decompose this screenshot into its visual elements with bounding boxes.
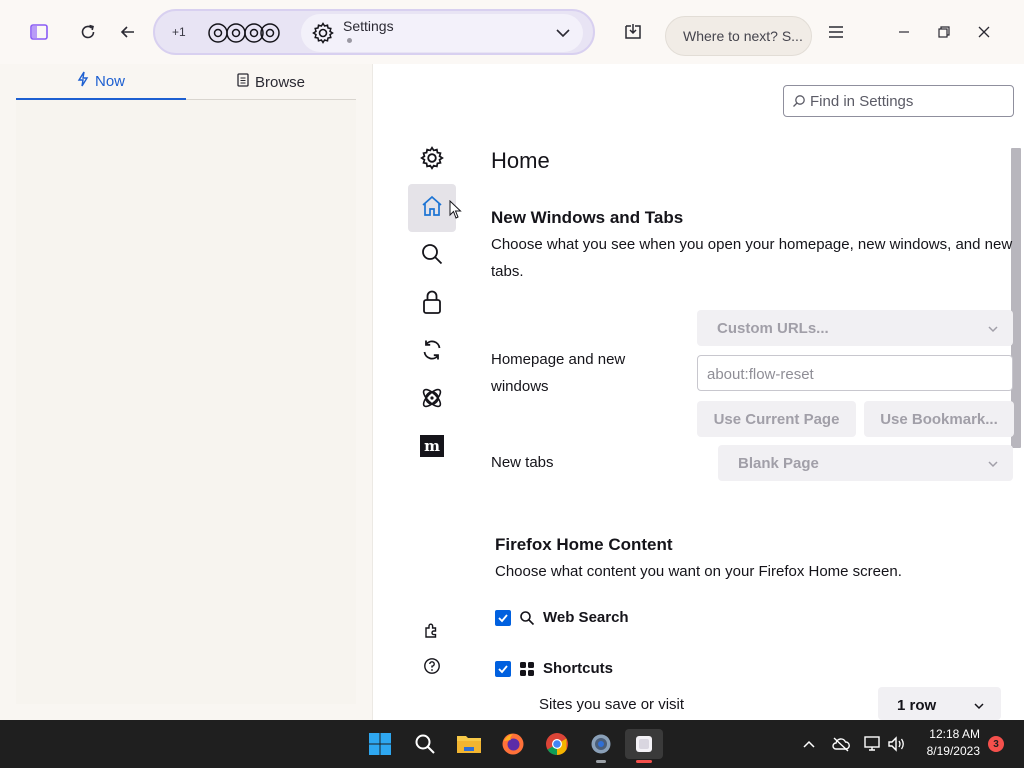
- extensions-puzzle-icon[interactable]: [421, 619, 443, 641]
- web-search-checkbox[interactable]: [495, 610, 511, 626]
- section-heading-new-windows: New Windows and Tabs: [491, 208, 684, 227]
- network-icon[interactable]: [861, 733, 883, 755]
- system-clock[interactable]: 12:18 AM 8/19/2023: [918, 726, 980, 760]
- search-icon: [420, 242, 444, 271]
- browser-toolbar: +1 Settings Where to next? S...: [0, 0, 1024, 64]
- mozilla-m-icon: m: [420, 434, 444, 462]
- chevron-down-icon[interactable]: [555, 25, 571, 41]
- clock-time: 12:18 AM: [929, 727, 980, 741]
- homepage-label: Homepage and new windows: [491, 351, 626, 395]
- find-placeholder: Find in Settings: [810, 93, 914, 110]
- tab-settings[interactable]: Settings: [301, 14, 583, 52]
- homepage-mode-select[interactable]: Custom URLs...: [697, 310, 1013, 346]
- restore-window-icon[interactable]: [934, 22, 954, 42]
- back-arrow-icon[interactable]: [117, 21, 139, 43]
- search-icon: [519, 610, 535, 626]
- minimize-icon[interactable]: [894, 22, 914, 42]
- windows-start-icon[interactable]: [365, 729, 395, 759]
- app-icon[interactable]: [625, 729, 663, 759]
- tab-title: Settings: [343, 18, 394, 34]
- tab-count-badge[interactable]: +1: [172, 25, 186, 39]
- close-icon[interactable]: [974, 22, 994, 42]
- category-search[interactable]: [408, 232, 456, 280]
- sidebar-content: [16, 100, 356, 704]
- sidebar-panel: Now Browse: [16, 64, 356, 704]
- new-tabs-select[interactable]: Blank Page: [718, 445, 1013, 481]
- notification-badge[interactable]: 3: [988, 736, 1004, 752]
- url-bar[interactable]: Where to next? S...: [665, 16, 812, 56]
- atom-icon: [419, 385, 445, 416]
- category-privacy[interactable]: [408, 280, 456, 328]
- section-description-new-windows: Choose what you see when you open your h…: [491, 236, 1013, 280]
- chevron-down-icon: [987, 457, 999, 469]
- search-icon: [792, 94, 806, 108]
- chevron-down-icon: [987, 322, 999, 334]
- chevron-up-icon[interactable]: [798, 733, 820, 755]
- category-experiments[interactable]: [408, 376, 456, 424]
- settings-gear-icon[interactable]: [586, 729, 616, 759]
- find-in-settings-input[interactable]: Find in Settings: [783, 85, 1014, 117]
- hamburger-menu-icon[interactable]: [826, 22, 846, 42]
- save-to-pocket-icon[interactable]: [621, 20, 645, 44]
- web-search-label: Web Search: [543, 609, 629, 626]
- active-app-indicator: [636, 760, 652, 763]
- homepage-mode-value: Custom URLs...: [717, 320, 829, 337]
- reload-icon[interactable]: [77, 21, 99, 43]
- lightning-icon: [77, 71, 89, 91]
- shortcuts-label: Shortcuts: [543, 660, 614, 677]
- tab-loading-dot: [347, 38, 352, 43]
- gear-icon: [311, 21, 335, 45]
- home-icon: [420, 194, 444, 223]
- shortcuts-checkbox[interactable]: [495, 661, 511, 677]
- taskbar: 12:18 AM 8/19/2023 3: [0, 720, 1024, 768]
- tab-browse[interactable]: Browse: [186, 64, 356, 100]
- category-sync[interactable]: [408, 328, 456, 376]
- document-icon: [237, 73, 249, 91]
- tab-now[interactable]: Now: [16, 64, 186, 100]
- clock-date: 8/19/2023: [926, 744, 980, 758]
- tab-group: +1 Settings: [153, 9, 595, 55]
- gear-icon: [419, 145, 445, 176]
- tab-browse-label: Browse: [254, 73, 306, 91]
- new-tabs-label: New tabs: [491, 454, 554, 471]
- volume-icon[interactable]: [885, 733, 907, 755]
- file-explorer-icon[interactable]: [454, 729, 484, 759]
- category-general[interactable]: [408, 136, 456, 184]
- homepage-url-input[interactable]: about:flow-reset: [697, 355, 1013, 391]
- chrome-icon[interactable]: [542, 729, 572, 759]
- shortcuts-sublabel: Sites you save or visit: [539, 696, 685, 713]
- tab-now-label: Now: [94, 72, 125, 90]
- shortcuts-rows-select[interactable]: 1 row: [878, 687, 1001, 720]
- search-icon[interactable]: [410, 729, 440, 759]
- shortcuts-grid-icon: [519, 661, 535, 677]
- category-more-from-mozilla[interactable]: m: [408, 424, 456, 472]
- help-icon[interactable]: [421, 655, 443, 677]
- firefox-icon[interactable]: [498, 729, 528, 759]
- cloud-offline-icon[interactable]: [830, 733, 852, 755]
- new-tabs-value: Blank Page: [738, 455, 819, 472]
- use-bookmark-button[interactable]: Use Bookmark...: [864, 401, 1014, 437]
- section-description-home-content: Choose what content you want on your Fir…: [495, 563, 902, 580]
- sync-icon: [420, 338, 444, 367]
- chevron-down-icon: [973, 699, 985, 711]
- stacked-tabs[interactable]: [205, 20, 283, 46]
- svg-text:m: m: [424, 437, 440, 455]
- use-current-page-button[interactable]: Use Current Page: [697, 401, 856, 437]
- sidebar-toggle-icon[interactable]: [28, 22, 50, 42]
- app-running-indicator: [596, 760, 606, 763]
- section-heading-home-content: Firefox Home Content: [495, 535, 673, 554]
- page-title: Home: [491, 148, 550, 173]
- sidebar-tabs: Now Browse: [16, 64, 356, 100]
- rows-value: 1 row: [897, 697, 937, 714]
- settings-page: [372, 64, 1024, 720]
- mouse-cursor-icon: [449, 199, 463, 220]
- lock-icon: [421, 289, 443, 320]
